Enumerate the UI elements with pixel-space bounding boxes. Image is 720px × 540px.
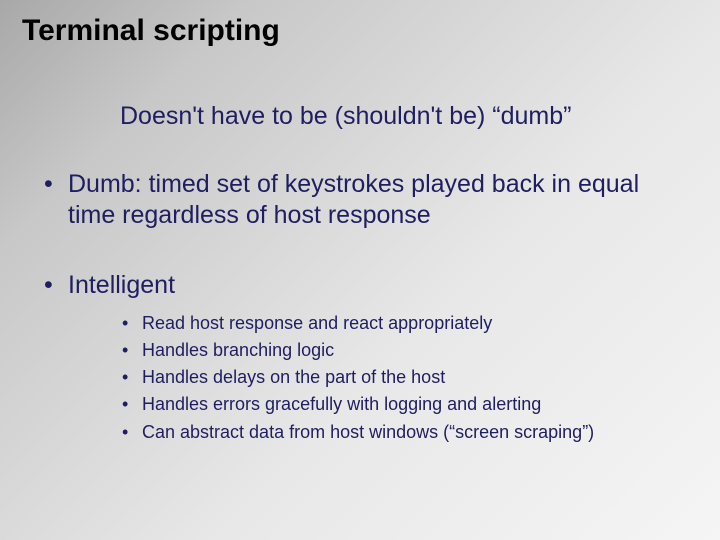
bullet-text: Dumb: timed set of keystrokes played bac…: [68, 170, 639, 229]
sub-bullet-text: Handles delays on the part of the host: [142, 367, 445, 387]
slide: Terminal scripting Doesn't have to be (s…: [0, 0, 720, 540]
list-item: Can abstract data from host windows (“sc…: [120, 420, 680, 445]
sub-bullet-text: Read host response and react appropriate…: [142, 313, 492, 333]
bullet-text: Intelligent: [68, 271, 175, 299]
list-item: Handles errors gracefully with logging a…: [120, 392, 680, 417]
list-item: Intelligent Read host response and react…: [40, 270, 680, 445]
sub-bullet-text: Can abstract data from host windows (“sc…: [142, 422, 594, 442]
slide-subtitle: Doesn't have to be (shouldn't be) “dumb”: [0, 48, 720, 131]
list-item: Dumb: timed set of keystrokes played bac…: [40, 169, 680, 232]
list-item: Handles branching logic: [120, 338, 680, 363]
slide-title: Terminal scripting: [0, 0, 720, 48]
list-item: Handles delays on the part of the host: [120, 365, 680, 390]
sub-bullet-text: Handles errors gracefully with logging a…: [142, 394, 541, 414]
list-item: Read host response and react appropriate…: [120, 311, 680, 336]
bullet-list: Dumb: timed set of keystrokes played bac…: [0, 131, 720, 445]
sub-bullet-list: Read host response and react appropriate…: [68, 301, 680, 445]
sub-bullet-text: Handles branching logic: [142, 340, 334, 360]
